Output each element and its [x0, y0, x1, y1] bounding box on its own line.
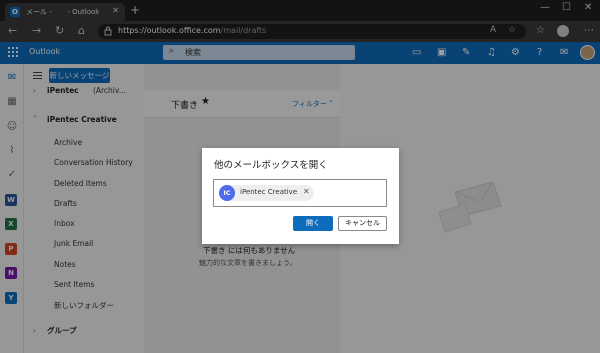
remove-chip-icon[interactable]: ✕: [303, 187, 310, 196]
dialog-title: 他のメールボックスを開く: [214, 160, 328, 171]
mailbox-picker-input[interactable]: IC iPentec Creative ✕: [213, 179, 387, 207]
cancel-button[interactable]: キャンセル: [338, 216, 387, 231]
chip-label: iPentec Creative: [240, 188, 298, 196]
chip-avatar: IC: [219, 185, 235, 201]
open-button[interactable]: 開く: [293, 216, 333, 231]
open-mailbox-dialog: 他のメールボックスを開く IC iPentec Creative ✕ 開く キャ…: [202, 148, 399, 244]
mailbox-chip[interactable]: IC iPentec Creative ✕: [219, 185, 314, 201]
browser-window: O メール - - Outlook ✕ + — ☐ ✕ ← → ↻ ⌂ http…: [0, 0, 600, 353]
